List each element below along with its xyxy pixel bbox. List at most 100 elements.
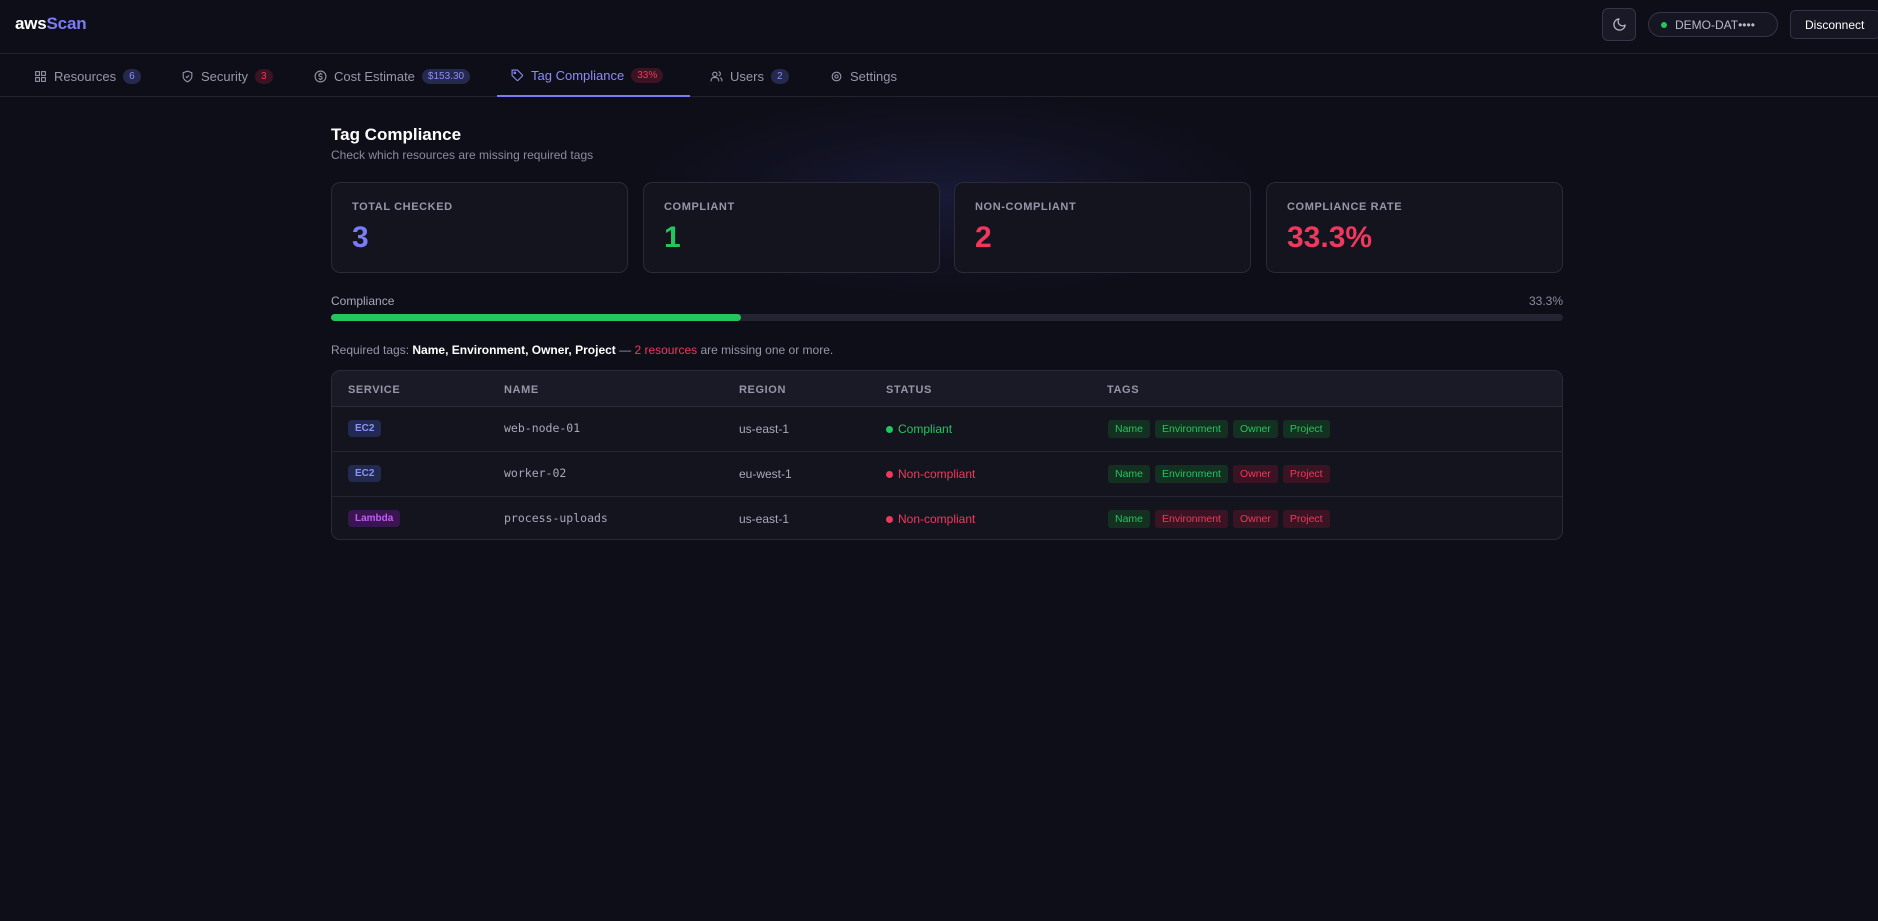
tab-security[interactable]: Security 3 [167,55,287,97]
tab-bar: Resources 6 Security 3 Cost Estimate $15… [0,55,1878,97]
tab-badge: 3 [254,68,273,84]
account-pill[interactable]: DEMO-DAT•••• [1648,12,1778,37]
tab-settings[interactable]: Settings [816,55,911,97]
resource-region: us-east-1 [739,512,790,526]
col-region: REGION [739,384,786,396]
tab-label: Security [201,68,248,84]
tab-label: Tag Compliance [531,67,625,83]
col-tags: TAGS [1107,384,1140,396]
missing-count: 2 resources [634,343,698,357]
required-dash: — [615,343,635,357]
status-badge: Compliant [886,422,952,436]
logo-text-aws: aws [15,14,47,33]
account-id: DEMO-DAT•••• [1675,17,1755,32]
resources-table: SERVICE NAME REGION STATUS TAGS EC2 web-… [331,370,1563,540]
service-badge: Lambda [348,510,401,527]
tab-resources[interactable]: Resources 6 [20,55,155,97]
required-tags-note: Required tags: Name, Environment, Owner,… [331,343,833,357]
tag-chip: Name [1108,465,1151,483]
stat-label: COMPLIANT [664,201,735,213]
disconnect-button[interactable]: Disconnect [1790,10,1878,39]
tag-chip: Project [1282,510,1330,528]
resource-name: web-node-01 [504,421,581,435]
page-subtitle: Check which resources are missing requir… [331,148,594,162]
page-title: Tag Compliance [331,125,462,144]
connected-status-dot [1661,21,1667,28]
moon-icon [1612,18,1626,31]
service-badge: EC2 [348,420,382,437]
tag-chip: Environment [1155,465,1228,483]
stat-card-compliant: COMPLIANT 1 [643,182,940,273]
logo-text-scan: Scan [46,14,87,33]
tag-chip: Environment [1155,420,1228,438]
tab-users[interactable]: Users 2 [696,55,803,97]
tag-list: Name Environment Owner Project [1108,510,1330,528]
tab-label: Settings [850,68,897,84]
required-tags-list: Name, Environment, Owner, Project [412,343,616,357]
stat-value: 2 [975,221,992,254]
progress-fill [331,314,742,321]
status-dot [886,515,893,523]
col-name: NAME [504,384,539,396]
status-text: Non-compliant [898,512,976,526]
tag-chip: Name [1108,510,1151,528]
required-prefix: Required tags: [331,343,413,357]
resource-region: eu-west-1 [739,467,792,481]
stat-value: 3 [352,221,369,254]
tab-label: Users [730,68,764,84]
tab-badge: 2 [770,68,789,84]
tab-label: Cost Estimate [334,68,415,84]
tag-chip: Owner [1232,510,1278,528]
service-badge: EC2 [348,465,382,482]
tab-badge: 6 [123,68,141,84]
stat-value: 33.3% [1287,221,1373,254]
app-logo[interactable]: awsScan [15,14,87,34]
table-row[interactable]: EC2 web-node-01 us-east-1 Compliant Name… [332,407,1562,452]
dollar-icon [314,70,327,82]
tab-tag-compliance[interactable]: Tag Compliance 33% [497,55,690,97]
gear-icon [831,71,842,81]
stat-label: TOTAL CHECKED [352,201,453,213]
tab-cost-estimate[interactable]: Cost Estimate $153.30 [300,55,484,97]
stat-label: COMPLIANCE RATE [1287,201,1403,213]
tag-list: Name Environment Owner Project [1108,465,1330,483]
stat-card-total-checked: TOTAL CHECKED 3 [331,182,628,273]
theme-toggle-button[interactable] [1602,8,1636,41]
col-status: STATUS [886,384,932,396]
shield-icon [182,70,193,83]
table-row[interactable]: EC2 worker-02 eu-west-1 Non-compliant Na… [332,452,1562,497]
progress-track [331,314,1563,321]
tab-label: Resources [54,68,117,84]
resource-region: us-east-1 [739,422,790,436]
status-badge: Non-compliant [886,512,975,526]
top-bar: awsScan DEMO-DAT•••• Disconnect [0,0,1878,54]
status-dot [886,425,893,433]
status-text: Non-compliant [898,467,976,481]
tab-badge: $153.30 [421,68,471,84]
tag-icon [511,69,523,81]
grid-icon [35,70,46,82]
table-row[interactable]: Lambda process-uploads us-east-1 Non-com… [332,497,1562,539]
tag-chip: Name [1108,420,1151,438]
tab-badge: 33% [631,67,664,83]
required-suffix: are missing one or more. [697,343,834,357]
tag-chip: Owner [1232,465,1278,483]
tag-chip: Environment [1155,510,1228,528]
col-service: SERVICE [348,384,401,396]
status-badge: Non-compliant [886,467,975,481]
status-dot [886,470,893,478]
users-icon [710,70,723,81]
table-header: SERVICE NAME REGION STATUS TAGS [332,371,1562,407]
resource-name: process-uploads [504,511,608,525]
stat-card-non-compliant: NON-COMPLIANT 2 [954,182,1251,273]
tag-list: Name Environment Owner Project [1108,420,1330,438]
stat-label: NON-COMPLIANT [975,201,1077,213]
status-text: Compliant [898,422,953,436]
resource-name: worker-02 [504,466,567,480]
progress-percent: 33.3% [1528,294,1563,308]
progress-label: Compliance [331,294,395,308]
tag-chip: Project [1282,465,1330,483]
tag-chip: Owner [1232,420,1278,438]
tag-chip: Project [1282,420,1330,438]
stat-card-compliance-rate: COMPLIANCE RATE 33.3% [1266,182,1563,273]
